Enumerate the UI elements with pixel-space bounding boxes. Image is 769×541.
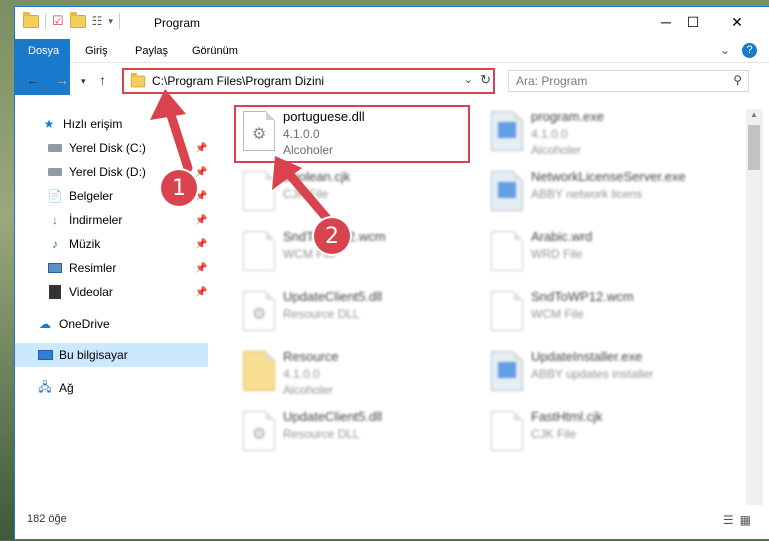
arrow-1-head xyxy=(150,89,186,120)
step-badge-2: 2 xyxy=(314,218,350,254)
arrow-1-shaft xyxy=(170,112,188,168)
step-badge-1: 1 xyxy=(161,170,197,206)
annotation-arrows xyxy=(0,0,769,540)
arrow-2-shaft xyxy=(290,175,330,222)
